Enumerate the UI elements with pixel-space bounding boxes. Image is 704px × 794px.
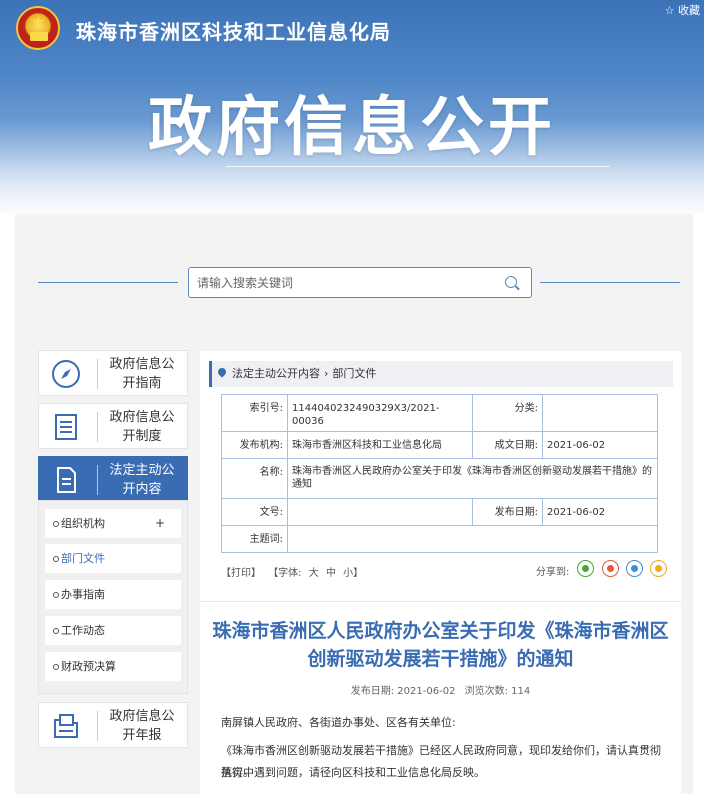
sidebar-item-annual-report[interactable]: 政府信息公开年报	[38, 702, 188, 748]
divider	[200, 601, 681, 602]
meta-label: 主题词:	[221, 525, 288, 553]
expand-icon[interactable]: +	[155, 509, 165, 538]
article-tools: 【打印】 【字体: 大 中 小】	[221, 564, 367, 579]
search-box	[188, 267, 532, 298]
submenu-item-work-news[interactable]: 工作动态	[45, 616, 181, 645]
meta-label: 分类:	[472, 394, 543, 432]
document-meta-table: 索引号: 1144040232490329X3/2021-00036 分类: 发…	[221, 394, 658, 553]
meta-value: 2021-06-02	[542, 498, 658, 526]
header-banner: ★ 珠海市香洲区科技和工业信息化局 ☆ 收藏 政府信息公开	[0, 0, 704, 214]
sidebar-item-label: 政府信息公开指南	[109, 357, 175, 391]
national-emblem-icon: ★	[16, 6, 60, 50]
weibo-icon[interactable]	[602, 560, 619, 577]
wechat-icon[interactable]	[577, 560, 594, 577]
article-views: 浏览次数: 114	[464, 686, 531, 697]
print-link[interactable]: 【打印】	[221, 568, 261, 579]
sidebar-item-label: 政府信息公开制度	[109, 410, 175, 444]
meta-value	[542, 394, 658, 432]
sidebar-separator	[97, 465, 98, 495]
sidebar-item-label: 政府信息公开年报	[109, 709, 175, 743]
meta-value: 珠海市香洲区人民政府办公室关于印发《珠海市香洲区创新驱动发展若干措施》的通知	[287, 458, 658, 499]
meta-label: 名称:	[221, 458, 288, 499]
submenu-item-label: 部门文件	[61, 552, 105, 565]
meta-value	[287, 498, 473, 526]
submenu-item-label: 财政预决算	[61, 660, 116, 673]
font-medium-link[interactable]: 中	[326, 568, 336, 579]
sidebar-item-system[interactable]: 政府信息公开制度	[38, 403, 188, 449]
meta-label: 文号:	[221, 498, 288, 526]
breadcrumb-link[interactable]: 法定主动公开内容	[232, 367, 320, 380]
sidebar-item-guide[interactable]: 政府信息公开指南	[38, 350, 188, 396]
bullet-icon	[53, 592, 59, 598]
sidebar-separator	[97, 711, 98, 741]
submenu-item-budget[interactable]: 财政预决算	[45, 652, 181, 681]
favorite-link[interactable]: ☆ 收藏	[665, 2, 700, 18]
meta-label: 索引号:	[221, 394, 288, 432]
article-meta: 发布日期: 2021-06-02 浏览次数: 114	[200, 682, 681, 697]
breadcrumb-current[interactable]: 部门文件	[332, 367, 376, 380]
submenu-item-dept-docs[interactable]: 部门文件	[45, 544, 181, 573]
folder-report-icon	[54, 714, 78, 738]
meta-value: 2021-06-02	[542, 431, 658, 459]
search-icon[interactable]	[505, 276, 517, 288]
meta-label: 发布日期:	[472, 498, 543, 526]
search-deco-line-left	[38, 282, 178, 283]
font-size-label: 【字体:	[268, 568, 302, 579]
article-paragraph: 南屏镇人民政府、各街道办事处、区各有关单位:	[221, 716, 456, 729]
qq-icon[interactable]	[626, 560, 643, 577]
location-pin-icon	[216, 366, 228, 378]
org-name[interactable]: 珠海市香洲区科技和工业信息化局	[76, 16, 391, 45]
share-label: 分享到:	[536, 567, 570, 578]
article-date: 发布日期: 2021-06-02	[350, 686, 456, 697]
submenu-item-organization[interactable]: 组织机构 +	[45, 509, 181, 538]
search-input[interactable]	[197, 273, 487, 293]
article-paragraph: 执行中遇到问题，请径向区科技和工业信息化局反映。	[221, 766, 485, 779]
submenu-item-label: 组织机构	[61, 517, 105, 530]
sidebar-separator	[97, 359, 98, 389]
submenu-item-service-guide[interactable]: 办事指南	[45, 580, 181, 609]
breadcrumb: 法定主动公开内容 › 部门文件	[209, 361, 673, 387]
document-list-icon	[55, 414, 77, 440]
bullet-icon	[53, 664, 59, 670]
meta-label: 发布机构:	[221, 431, 288, 459]
meta-value: 珠海市香洲区科技和工业信息化局	[287, 431, 473, 459]
bullet-icon	[53, 521, 59, 527]
font-small-link[interactable]: 小】	[343, 568, 363, 579]
sidebar-submenu: 组织机构 + 部门文件 办事指南 工作动态 财政预决算	[38, 500, 188, 694]
banner-title: 政府信息公开	[148, 91, 556, 165]
sidebar-item-label: 法定主动公开内容	[109, 463, 175, 497]
submenu-item-label: 办事指南	[61, 588, 105, 601]
submenu-item-label: 工作动态	[61, 624, 105, 637]
meta-label: 成文日期:	[472, 431, 543, 459]
bullet-icon	[53, 556, 59, 562]
compass-icon	[52, 360, 80, 388]
main-content: 法定主动公开内容 › 部门文件 索引号: 1144040232490329X3/20…	[200, 351, 681, 794]
sidebar-item-mandatory-content[interactable]: 法定主动公开内容	[38, 456, 188, 502]
search-deco-line-right	[540, 282, 680, 283]
bullet-icon	[53, 628, 59, 634]
file-icon	[57, 467, 76, 493]
breadcrumb-separator: ›	[324, 367, 329, 380]
share-bar: 分享到:	[536, 560, 667, 578]
font-large-link[interactable]: 大	[309, 568, 319, 579]
meta-value	[287, 525, 658, 553]
qzone-icon[interactable]	[650, 560, 667, 577]
sidebar-separator	[97, 412, 98, 442]
article-title: 珠海市香洲区人民政府办公室关于印发《珠海市香洲区创新驱动发展若干措施》的通知	[212, 620, 669, 670]
meta-value: 1144040232490329X3/2021-00036	[287, 394, 473, 432]
banner-underline	[226, 166, 610, 167]
